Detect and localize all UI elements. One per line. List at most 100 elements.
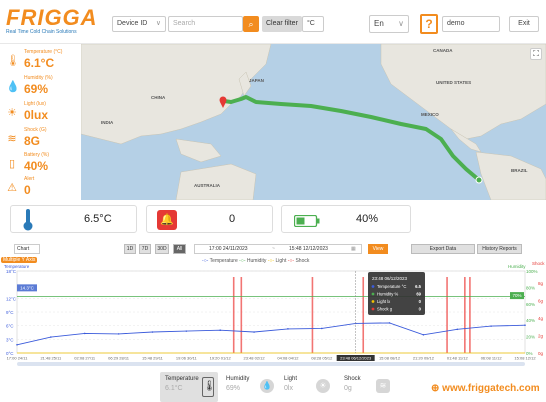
view-button[interactable]: View bbox=[368, 244, 388, 254]
date-start: 17:00 24/11/2023 bbox=[209, 246, 248, 252]
temperature-point bbox=[321, 327, 323, 330]
metric-label: Alert bbox=[24, 176, 35, 182]
land-sea-islands bbox=[175, 138, 222, 163]
y-tick-humidity: 60% bbox=[526, 302, 535, 307]
frigga-logo[interactable]: FRIGGA Real Time Cold Chain Solutions bbox=[6, 5, 98, 39]
chart-select-label: Chart bbox=[17, 246, 30, 252]
metric-label: Light (lux) bbox=[24, 101, 46, 107]
shock-icon: ≋ bbox=[7, 133, 17, 145]
metric-label: Humidity (%) bbox=[24, 75, 53, 81]
x-tick-label: 19:06 30/11 bbox=[176, 356, 198, 361]
tab-value: 69% bbox=[226, 385, 241, 392]
clear-filter-button[interactable]: Clear filter bbox=[262, 16, 302, 32]
shock-spike-mark bbox=[464, 277, 466, 353]
temperature-point bbox=[422, 333, 425, 336]
temperature-point bbox=[388, 322, 391, 324]
tab-shock[interactable]: Shock 0g ≋ bbox=[342, 372, 394, 402]
temperature-point bbox=[456, 328, 459, 331]
language-select[interactable]: En ∨ bbox=[369, 15, 409, 33]
map-canvas: CANADA UNITED STATES CHINA AUSTRALIA BRA… bbox=[81, 44, 546, 200]
x-tick-label: 01:48 11/12 bbox=[447, 356, 469, 361]
history-reports-button[interactable]: History Reports bbox=[477, 244, 522, 254]
tab-value: 0lx bbox=[284, 385, 293, 392]
y-tick-temperature: 12°C bbox=[6, 296, 17, 301]
range-all-button[interactable]: All bbox=[173, 244, 186, 254]
chevron-down-icon: ∨ bbox=[398, 19, 404, 28]
shock-spike-mark bbox=[311, 277, 314, 353]
x-tick-label: 02:08 27/11 bbox=[74, 356, 96, 361]
y-tick-humidity: 100% bbox=[526, 269, 538, 274]
temperature-point bbox=[50, 336, 52, 338]
fullscreen-icon[interactable]: ⛶ bbox=[530, 48, 542, 60]
header: FRIGGA Real Time Cold Chain Solutions De… bbox=[0, 0, 546, 44]
metric-label: Battery (%) bbox=[24, 152, 50, 158]
map-label-japan: JAPAN bbox=[249, 78, 264, 83]
tooltip-row-label: Light lx bbox=[377, 299, 391, 304]
metric-value: 8G bbox=[24, 134, 41, 148]
destination-marker-icon bbox=[475, 176, 483, 184]
range-7d-button[interactable]: 7D bbox=[139, 244, 151, 254]
shock-icon: ≋ bbox=[376, 379, 390, 393]
chart-scrollbar bbox=[17, 362, 525, 366]
tab-temperature[interactable]: Temperature 6.1°C 🌡 bbox=[160, 372, 218, 402]
logo-tagline: Real Time Cold Chain Solutions bbox=[6, 29, 77, 35]
tooltip-dot bbox=[371, 300, 375, 303]
export-data-button[interactable]: Export Data bbox=[411, 244, 475, 254]
tab-light[interactable]: Light 0lx ☀ bbox=[282, 372, 334, 402]
website-link[interactable]: ⊕ www.friggatech.com bbox=[431, 383, 540, 394]
summary-card-temperature: 6.5°C bbox=[10, 205, 137, 233]
logo-brand: FRIGGA bbox=[6, 5, 98, 30]
unit-select[interactable]: °C bbox=[302, 16, 324, 32]
x-tick-label: 15:08 08/12 bbox=[379, 356, 401, 361]
route-map[interactable]: CANADA UNITED STATES CHINA AUSTRALIA BRA… bbox=[81, 44, 546, 200]
map-label-australia: AUSTRALIA bbox=[194, 183, 221, 188]
alert-icon: ⚠ bbox=[7, 182, 17, 194]
device-select-label: Device ID bbox=[117, 20, 148, 27]
metric-value: 0lux bbox=[24, 108, 49, 122]
tab-label: Humidity bbox=[226, 376, 250, 382]
series-temperature-line bbox=[16, 322, 526, 346]
bell-icon: 🔔 bbox=[157, 210, 177, 230]
help-icon[interactable]: ? bbox=[420, 14, 438, 34]
summary-card-alert: 🔔 0 bbox=[146, 205, 273, 233]
land-asia bbox=[81, 44, 272, 145]
temperature-point bbox=[117, 333, 120, 335]
y-tick-temperature: 3°C bbox=[6, 337, 14, 342]
globe-icon: ⊕ bbox=[431, 383, 440, 394]
badge-humidity-text: 70% bbox=[512, 293, 521, 298]
temperature-point bbox=[490, 325, 492, 327]
date-range-input[interactable]: 17:00 24/11/2023 ~ 15:48 12/12/2023 ▦ bbox=[194, 244, 362, 254]
search-icon: ⌕ bbox=[248, 19, 254, 29]
tooltip-row-value: 69 bbox=[416, 292, 421, 297]
shock-spike-mark bbox=[446, 277, 448, 353]
thermometer-icon: 🌡 bbox=[6, 55, 20, 67]
search-button[interactable]: ⌕ bbox=[243, 16, 259, 32]
x-tick-label: 06:08 11/12 bbox=[481, 356, 503, 361]
x-tick-label: 04:08 04/12 bbox=[277, 356, 299, 361]
temperature-point bbox=[253, 331, 255, 333]
axis-name-humidity: Humidity bbox=[508, 264, 526, 269]
metric-battery: ▯ Battery (%) 40% bbox=[4, 151, 80, 176]
range-30d-button[interactable]: 30D bbox=[155, 244, 169, 254]
map-label-canada: CANADA bbox=[433, 48, 453, 53]
sun-icon: ☀ bbox=[316, 379, 330, 393]
user-name: demo bbox=[447, 20, 465, 27]
x-tick-label: 21:48 25/11 bbox=[40, 356, 62, 361]
user-field[interactable]: demo bbox=[442, 16, 500, 32]
chart-select[interactable]: Chart bbox=[14, 244, 40, 254]
tab-label: Light bbox=[284, 376, 298, 382]
range-1d-button[interactable]: 1D bbox=[124, 244, 136, 254]
humidity-icon: 💧 bbox=[260, 379, 274, 393]
temperature-point bbox=[287, 328, 289, 330]
land-south-america bbox=[475, 151, 546, 200]
sensor-chart[interactable]: Multiple Y Axis -○- Temperature -○- Humi… bbox=[0, 257, 546, 367]
map-label-brazil: BRAZIL bbox=[511, 168, 528, 173]
exit-button[interactable]: Exit bbox=[509, 16, 539, 32]
search-input[interactable]: Search bbox=[168, 16, 243, 32]
language-label: En bbox=[374, 19, 384, 28]
temperature-point bbox=[16, 344, 18, 346]
tab-humidity[interactable]: Humidity 69% 💧 bbox=[224, 372, 274, 402]
device-select[interactable]: Device ID ∨ bbox=[112, 16, 166, 32]
y-tick-humidity: 40% bbox=[526, 318, 535, 323]
shock-spike-mark bbox=[469, 277, 471, 353]
